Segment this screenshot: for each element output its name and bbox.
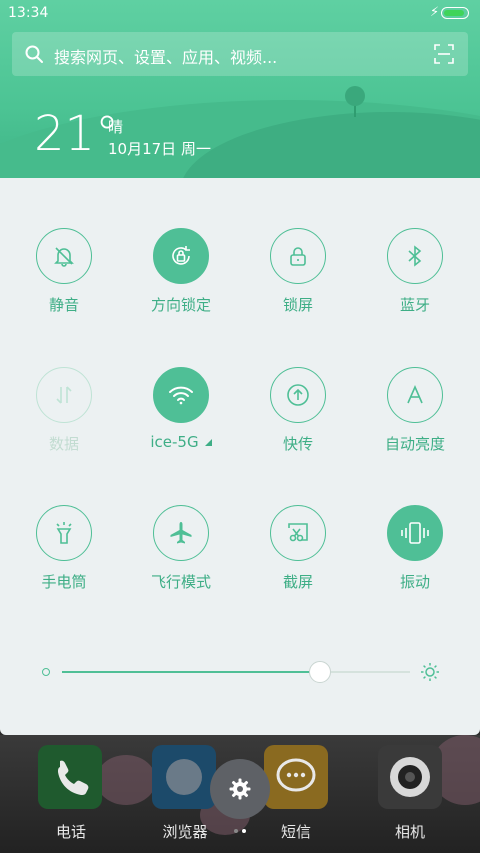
toggle-circle[interactable] [270, 367, 326, 423]
bolt-icon: ⚡ [430, 5, 440, 20]
wallpaper-flower [96, 755, 156, 805]
brightness-track[interactable] [62, 661, 410, 683]
mobile-data-icon [56, 386, 72, 404]
toggle-auto-brightness[interactable]: 自动亮度 [365, 367, 465, 454]
battery-icon [441, 7, 469, 19]
toggle-label: 锁屏 [282, 296, 313, 314]
lock-icon [290, 247, 306, 266]
toggle-label: 数据 [48, 435, 79, 453]
airplane-icon [170, 522, 192, 544]
brightness-high-icon [421, 663, 439, 681]
toggle-label: 手电筒 [41, 573, 87, 591]
screenshot-icon [288, 523, 308, 542]
wifi-network-name: ice-5G [150, 433, 199, 451]
notification-header: 13:34 ⚡ 搜索网页、设置、应用、视频... 21° 晴 10月17日 周一 [0, 0, 480, 178]
quick-transfer-icon [287, 384, 309, 406]
toggle-label: 方向锁定 [150, 296, 211, 314]
brightness-low-icon [42, 668, 50, 676]
expand-arrow-icon[interactable] [204, 439, 212, 446]
toggle-quick-transfer[interactable]: 快传 [248, 367, 348, 454]
app-label: 短信 [280, 823, 311, 841]
status-time: 13:34 [8, 5, 49, 21]
toggle-circle[interactable] [36, 228, 92, 284]
brightness-fill [62, 671, 320, 673]
toggle-circle[interactable] [270, 228, 326, 284]
app-messages[interactable] [264, 745, 328, 809]
toggle-flashlight[interactable]: 手电筒 [14, 505, 114, 592]
bell-off-icon [54, 247, 74, 267]
brightness-slider[interactable] [42, 660, 442, 684]
toggle-label: 静音 [48, 296, 79, 314]
app-camera[interactable] [378, 745, 442, 809]
toggle-bluetooth[interactable]: 蓝牙 [365, 228, 465, 315]
app-browser[interactable] [152, 745, 216, 809]
toggle-label: 快传 [282, 435, 313, 453]
toggle-label: 自动亮度 [384, 435, 445, 453]
search-placeholder: 搜索网页、设置、应用、视频... [54, 48, 278, 67]
app-phone[interactable] [38, 745, 102, 809]
toggle-vibrate[interactable]: 振动 [365, 505, 465, 592]
toggle-label: ice-5G [131, 433, 231, 451]
home-screen-background: 电话 浏览器 短信 相机 [0, 735, 480, 853]
date-text: 10月17日 周一 [108, 140, 211, 158]
toggle-circle[interactable] [387, 505, 443, 561]
brightness-thumb[interactable] [308, 661, 331, 683]
scan-icon[interactable] [434, 44, 454, 64]
search-icon [25, 45, 43, 63]
toggle-circle[interactable] [153, 505, 209, 561]
rotation-lock-icon [172, 246, 190, 265]
toggle-circle[interactable] [153, 367, 209, 423]
page-dot [234, 829, 238, 833]
toggle-label: 振动 [399, 573, 430, 591]
toggle-airplane-mode[interactable]: 飞行模式 [131, 505, 231, 592]
vibrate-icon [401, 522, 429, 544]
camera-icon [390, 757, 430, 797]
phone-icon [58, 760, 89, 795]
app-label: 电话 [55, 823, 86, 841]
gear-icon [229, 778, 251, 800]
toggle-label: 飞行模式 [150, 573, 211, 591]
message-icon [276, 758, 316, 792]
browser-icon [166, 759, 202, 795]
wifi-icon [169, 386, 193, 405]
flashlight-icon [56, 522, 72, 544]
toggle-circle[interactable] [36, 505, 92, 561]
toggle-silent[interactable]: 静音 [14, 228, 114, 315]
temperature: 21° [34, 106, 120, 162]
page-indicator [232, 829, 252, 835]
bluetooth-icon [408, 245, 422, 267]
quick-settings-panel: 静音 方向锁定 锁屏 蓝牙 数据 ice-5G 快传 自动亮度 手电筒 飞行模式… [0, 178, 480, 735]
toggle-label: 蓝牙 [399, 296, 430, 314]
toggle-screenshot[interactable]: 截屏 [248, 505, 348, 592]
search-bar[interactable]: 搜索网页、设置、应用、视频... [12, 32, 468, 76]
auto-brightness-icon [407, 385, 423, 404]
battery-level [444, 10, 464, 16]
toggle-wifi[interactable]: ice-5G [131, 367, 231, 451]
app-label: 浏览器 [162, 823, 208, 841]
toggle-mobile-data[interactable]: 数据 [14, 367, 114, 454]
toggle-rotation-lock[interactable]: 方向锁定 [131, 228, 231, 315]
tree-decoration [345, 86, 365, 106]
toggle-circle[interactable] [36, 367, 92, 423]
toggle-circle[interactable] [387, 367, 443, 423]
toggle-circle[interactable] [153, 228, 209, 284]
settings-button[interactable] [210, 759, 270, 819]
toggle-label: 截屏 [282, 573, 313, 591]
toggle-lock-screen[interactable]: 锁屏 [248, 228, 348, 315]
weather-condition: 晴 [108, 118, 124, 136]
app-label: 相机 [394, 823, 425, 841]
toggle-circle[interactable] [270, 505, 326, 561]
page-dot-active [242, 829, 246, 833]
toggle-circle[interactable] [387, 228, 443, 284]
